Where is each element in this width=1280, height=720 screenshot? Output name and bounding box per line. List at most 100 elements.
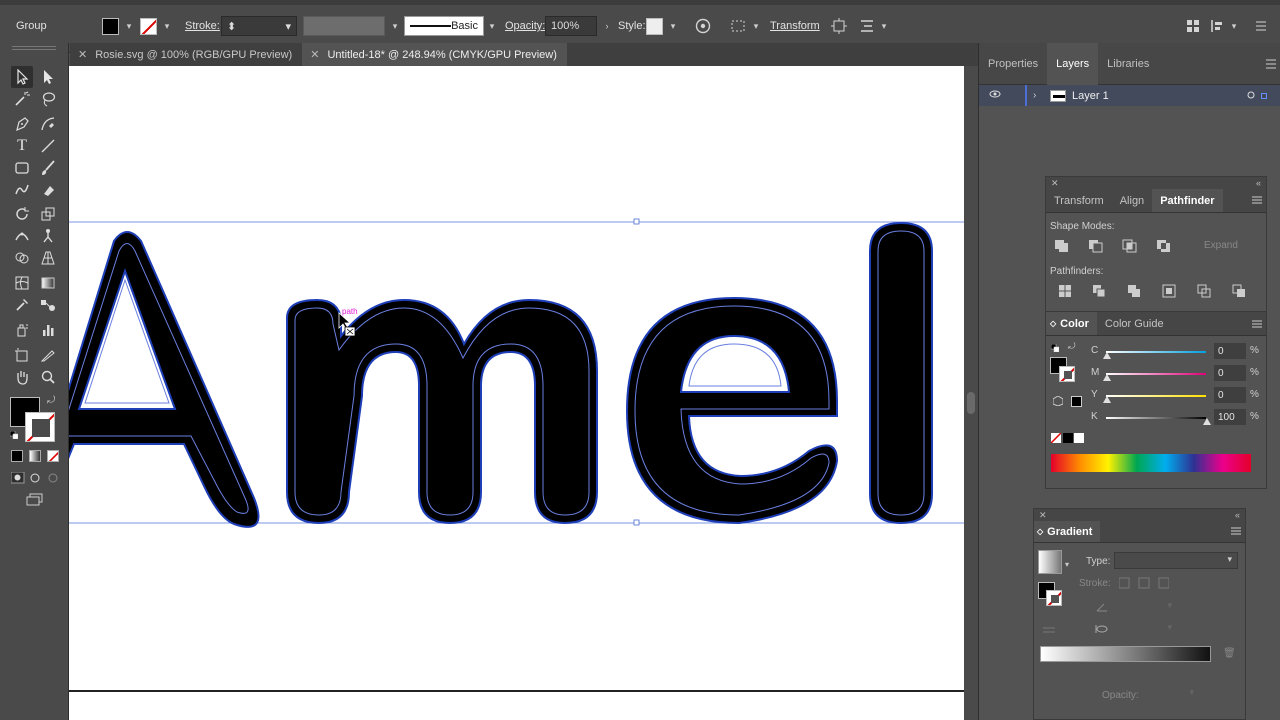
grid-layout-icon[interactable] bbox=[1182, 15, 1204, 37]
tab-label[interactable]: Rosie.svg @ 100% (RGB/GPU Preview) bbox=[95, 49, 292, 61]
chevron-down-icon[interactable]: ▾ bbox=[750, 20, 762, 32]
brush-definition[interactable]: Basic ▾ bbox=[404, 15, 498, 37]
tab-libraries[interactable]: Libraries bbox=[1098, 43, 1158, 85]
gradient-type-select[interactable]: ▾ bbox=[1114, 552, 1238, 569]
collapse-icon[interactable]: « bbox=[1256, 178, 1261, 188]
divide-icon[interactable] bbox=[1058, 284, 1072, 301]
minus-front-icon[interactable] bbox=[1088, 239, 1104, 256]
letter-m-path[interactable] bbox=[286, 298, 598, 525]
tab-transform[interactable]: Transform bbox=[1046, 189, 1112, 212]
shaper-tool-icon[interactable] bbox=[11, 179, 33, 201]
pathfinder-menu-icon[interactable] bbox=[1252, 195, 1262, 207]
stroke-weight-input[interactable]: ⬍ ▾ bbox=[221, 16, 297, 36]
close-icon[interactable]: ✕ bbox=[310, 48, 319, 61]
gradient-preview-swatch[interactable] bbox=[1038, 550, 1062, 574]
symbol-sprayer-tool-icon[interactable] bbox=[11, 319, 33, 341]
panel-menu-icon[interactable] bbox=[1250, 15, 1272, 37]
align-icon[interactable] bbox=[728, 15, 750, 37]
layers-panel-menu-icon[interactable] bbox=[1265, 59, 1277, 72]
perspective-grid-tool-icon[interactable] bbox=[37, 247, 59, 269]
gradient-stroke-swatch[interactable] bbox=[1046, 590, 1062, 606]
stepper-icon[interactable]: ⬍ bbox=[227, 20, 236, 33]
crop-icon[interactable] bbox=[1162, 284, 1176, 301]
brush-definition-field[interactable]: Basic bbox=[404, 16, 484, 36]
black-color-chip[interactable] bbox=[1063, 433, 1073, 443]
magic-wand-tool-icon[interactable] bbox=[11, 88, 33, 110]
curvature-tool-icon[interactable] bbox=[37, 113, 59, 135]
eraser-tool-icon[interactable] bbox=[37, 179, 59, 201]
draw-inside-icon[interactable] bbox=[47, 472, 61, 484]
distribute-button[interactable]: ▾ bbox=[1206, 15, 1240, 37]
style-picker[interactable]: ▾ bbox=[646, 15, 679, 37]
chevron-down-icon[interactable]: ▾ bbox=[1227, 554, 1232, 565]
unite-icon[interactable] bbox=[1054, 239, 1070, 256]
chevron-down-icon[interactable]: ▾ bbox=[1189, 687, 1194, 698]
gradient-mode-icon[interactable] bbox=[29, 450, 41, 462]
selection-square-icon[interactable] bbox=[1261, 92, 1267, 99]
target-circle-icon[interactable] bbox=[1247, 90, 1255, 102]
recolor-button[interactable] bbox=[692, 15, 714, 37]
gradient-opacity-input[interactable]: ▾ bbox=[1146, 687, 1196, 701]
draw-normal-icon[interactable] bbox=[10, 471, 25, 484]
expand-button[interactable]: Expand bbox=[1204, 240, 1238, 251]
direct-selection-tool-icon[interactable] bbox=[37, 66, 59, 88]
variable-width-field[interactable] bbox=[303, 16, 385, 36]
rotate-tool-icon[interactable] bbox=[11, 203, 33, 225]
letter-a-path[interactable] bbox=[69, 231, 260, 528]
black-slider[interactable] bbox=[1106, 417, 1206, 419]
chevron-down-icon[interactable]: ▾ bbox=[389, 20, 401, 32]
tab-pathfinder[interactable]: Pathfinder bbox=[1152, 189, 1223, 212]
scale-tool-icon[interactable] bbox=[37, 203, 59, 225]
swap-fill-stroke-icon[interactable]: ⤾ bbox=[47, 395, 55, 406]
tab-rosie-svg[interactable]: ✕ Rosie.svg @ 100% (RGB/GPU Preview) bbox=[70, 43, 302, 66]
tab-properties-label[interactable]: Properties bbox=[988, 58, 1038, 70]
scroll-thumb[interactable] bbox=[967, 392, 975, 414]
recolor-artwork-icon[interactable] bbox=[692, 15, 714, 37]
tab-untitled-18[interactable]: ✕ Untitled-18* @ 248.94% (CMYK/GPU Previ… bbox=[302, 43, 567, 66]
align-options-button[interactable]: ▾ bbox=[728, 15, 762, 37]
default-colors-icon[interactable] bbox=[1050, 343, 1060, 355]
chevron-collapse-icon[interactable]: ◇ bbox=[1050, 319, 1056, 328]
transform-link[interactable]: Transform bbox=[770, 20, 820, 32]
cyan-input[interactable]: 0 bbox=[1214, 343, 1246, 359]
magenta-slider[interactable] bbox=[1106, 373, 1206, 375]
magenta-slider-thumb[interactable] bbox=[1103, 374, 1111, 381]
arrange-button[interactable]: ▾ bbox=[856, 15, 890, 37]
chevron-down-icon[interactable]: ▾ bbox=[1167, 622, 1172, 633]
tab-libraries-label[interactable]: Libraries bbox=[1107, 58, 1149, 70]
fill-control[interactable]: ▾ bbox=[102, 15, 135, 37]
lasso-tool-icon[interactable] bbox=[37, 88, 59, 110]
none-mode-icon[interactable] bbox=[47, 450, 59, 462]
tab-align[interactable]: Align bbox=[1112, 189, 1152, 212]
chevron-down-icon[interactable]: ▾ bbox=[123, 20, 135, 32]
width-tool-icon[interactable] bbox=[11, 225, 33, 247]
style-swatch[interactable] bbox=[646, 17, 663, 35]
tab-gradient[interactable]: ◇ Gradient bbox=[1034, 521, 1101, 542]
intersect-icon[interactable] bbox=[1122, 239, 1138, 256]
chevron-right-icon[interactable]: › bbox=[1033, 90, 1036, 101]
reverse-gradient-icon[interactable] bbox=[1042, 625, 1056, 638]
tab-color-guide[interactable]: Color Guide bbox=[1097, 312, 1172, 335]
tab-gradient-label[interactable]: Gradient bbox=[1047, 526, 1092, 538]
color-spectrum-bar[interactable] bbox=[1051, 454, 1251, 472]
cyan-slider-thumb[interactable] bbox=[1103, 352, 1111, 359]
outline-icon[interactable] bbox=[1197, 284, 1211, 301]
default-fill-stroke-icon[interactable] bbox=[9, 430, 19, 440]
change-screen-mode-icon[interactable] bbox=[25, 493, 45, 507]
gradient-slider[interactable] bbox=[1040, 646, 1211, 662]
exclude-icon[interactable] bbox=[1156, 239, 1172, 256]
hand-tool-icon[interactable] bbox=[11, 366, 33, 388]
selection-tool-icon[interactable] bbox=[11, 66, 33, 88]
line-segment-tool-icon[interactable] bbox=[37, 135, 59, 157]
trim-icon[interactable] bbox=[1092, 284, 1106, 301]
eyedropper-tool-icon[interactable] bbox=[11, 294, 33, 316]
transform-link-wrap[interactable]: Transform bbox=[770, 15, 820, 37]
tab-layers-label[interactable]: Layers bbox=[1056, 58, 1089, 70]
yellow-input[interactable]: 0 bbox=[1214, 387, 1246, 403]
arrange-icon[interactable] bbox=[856, 15, 878, 37]
tab-properties[interactable]: Properties bbox=[979, 43, 1047, 85]
tab-label[interactable]: Untitled-18* @ 248.94% (CMYK/GPU Preview… bbox=[327, 49, 556, 61]
color-stroke-swatch[interactable] bbox=[1059, 366, 1075, 382]
yellow-slider[interactable] bbox=[1106, 395, 1206, 397]
collapse-icon[interactable]: « bbox=[1235, 510, 1240, 520]
